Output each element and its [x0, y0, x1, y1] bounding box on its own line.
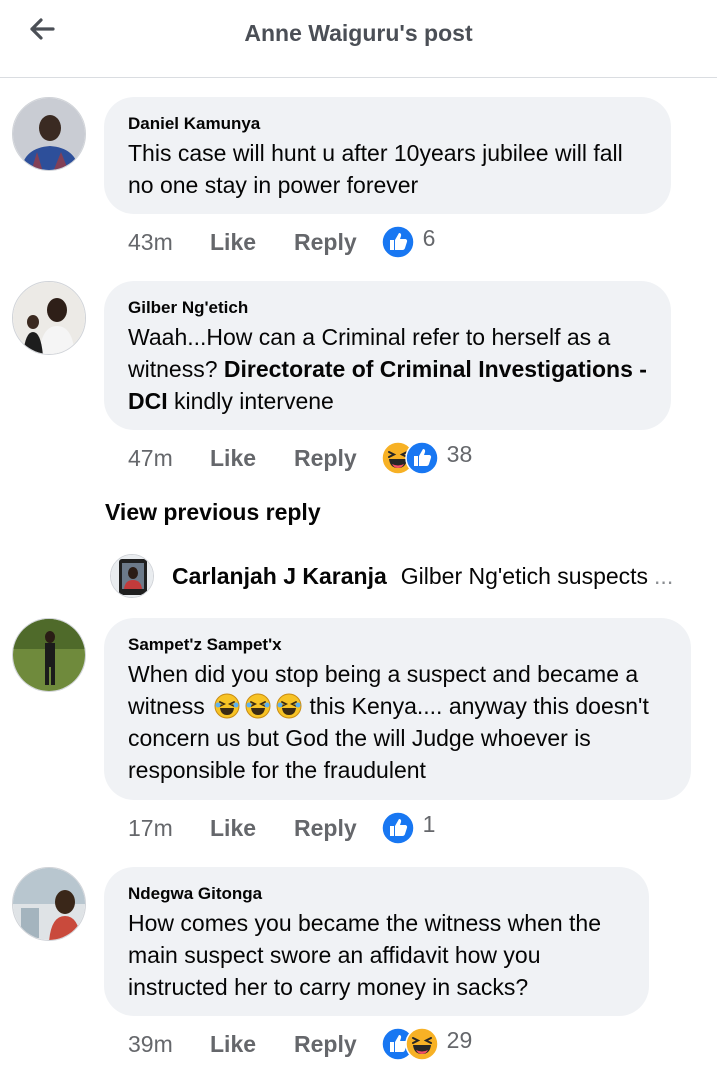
reaction-count: 38	[446, 440, 473, 467]
reaction-count: 1	[422, 810, 436, 837]
reaction-summary[interactable]: 29	[380, 1026, 473, 1061]
comment-actions: 43m Like Reply 6	[128, 225, 435, 259]
comment-text: Waah...How can a Criminal refer to herse…	[128, 324, 647, 414]
reaction-summary[interactable]: 1	[380, 810, 436, 845]
comment-bubble[interactable]: Gilber Ng'etich Waah...How can a Crimina…	[104, 281, 671, 430]
reply-button[interactable]: Reply	[294, 445, 357, 472]
like-button[interactable]: Like	[210, 815, 256, 842]
like-button[interactable]: Like	[210, 445, 256, 472]
like-button[interactable]: Like	[210, 229, 256, 256]
comment-author[interactable]: Ndegwa Gitonga	[128, 883, 625, 905]
haha-icon	[404, 1027, 439, 1061]
comment-author[interactable]: Gilber Ng'etich	[128, 297, 647, 319]
comment-timestamp: 47m	[128, 444, 173, 471]
reply-author[interactable]: Carlanjah J Karanja	[172, 563, 387, 590]
page-title: Anne Waiguru's post	[244, 20, 473, 46]
reply-text: Gilber Ng'etich suspects	[400, 562, 649, 589]
like-icon	[380, 225, 415, 259]
like-button[interactable]: Like	[210, 1031, 256, 1058]
rofl-emoji	[214, 693, 240, 719]
reply-button[interactable]: Reply	[294, 1031, 357, 1058]
rofl-emoji	[276, 693, 302, 719]
reaction-summary[interactable]: 38	[380, 440, 473, 475]
comment-text: This case will hunt u after 10years jubi…	[128, 140, 623, 198]
avatar-gilber-ngetich[interactable]	[12, 281, 86, 355]
view-previous-reply-link[interactable]: View previous reply	[105, 499, 321, 526]
tagged-page-link[interactable]: Directorate of Criminal Investigations -	[224, 356, 647, 382]
reply-preview[interactable]: Carlanjah J Karanja Gilber Ng'etich susp…	[110, 552, 673, 600]
avatar-carlanjah-karanja[interactable]	[110, 554, 154, 598]
reaction-count: 6	[422, 224, 436, 251]
comment-actions: 17m Like Reply 1	[128, 811, 435, 845]
comment-bubble[interactable]: Daniel Kamunya This case will hunt u aft…	[104, 97, 671, 214]
comment-actions: 47m Like Reply 38	[128, 441, 472, 475]
top-bar: Anne Waiguru's post	[0, 0, 717, 78]
comment-timestamp: 17m	[128, 814, 173, 841]
avatar-ndegwa-gitonga[interactable]	[12, 867, 86, 941]
tagged-page-link[interactable]: DCI	[128, 388, 168, 414]
comment-bubble[interactable]: Sampet'z Sampet'x When did you stop bein…	[104, 618, 691, 800]
reaction-count: 29	[446, 1026, 473, 1053]
comment-timestamp: 39m	[128, 1030, 173, 1057]
reply-button[interactable]: Reply	[294, 229, 357, 256]
comment-author[interactable]: Daniel Kamunya	[128, 113, 647, 135]
reply-ellipsis: ...	[654, 562, 674, 589]
avatar-daniel-kamunya[interactable]	[12, 97, 86, 171]
comment-timestamp: 43m	[128, 228, 173, 255]
comment-author[interactable]: Sampet'z Sampet'x	[128, 634, 667, 656]
rofl-emoji	[245, 693, 271, 719]
comment-bubble[interactable]: Ndegwa Gitonga How comes you became the …	[104, 867, 649, 1016]
like-icon	[380, 811, 415, 845]
comment-text: When did you stop being a suspect and be…	[128, 661, 649, 783]
reaction-summary[interactable]: 6	[380, 224, 436, 259]
comment-actions: 39m Like Reply 29	[128, 1027, 472, 1061]
avatar-sampetz-sampetx[interactable]	[12, 618, 86, 692]
like-icon	[404, 441, 439, 475]
comment-text: How comes you became the witness when th…	[128, 910, 602, 1000]
reply-button[interactable]: Reply	[294, 815, 357, 842]
